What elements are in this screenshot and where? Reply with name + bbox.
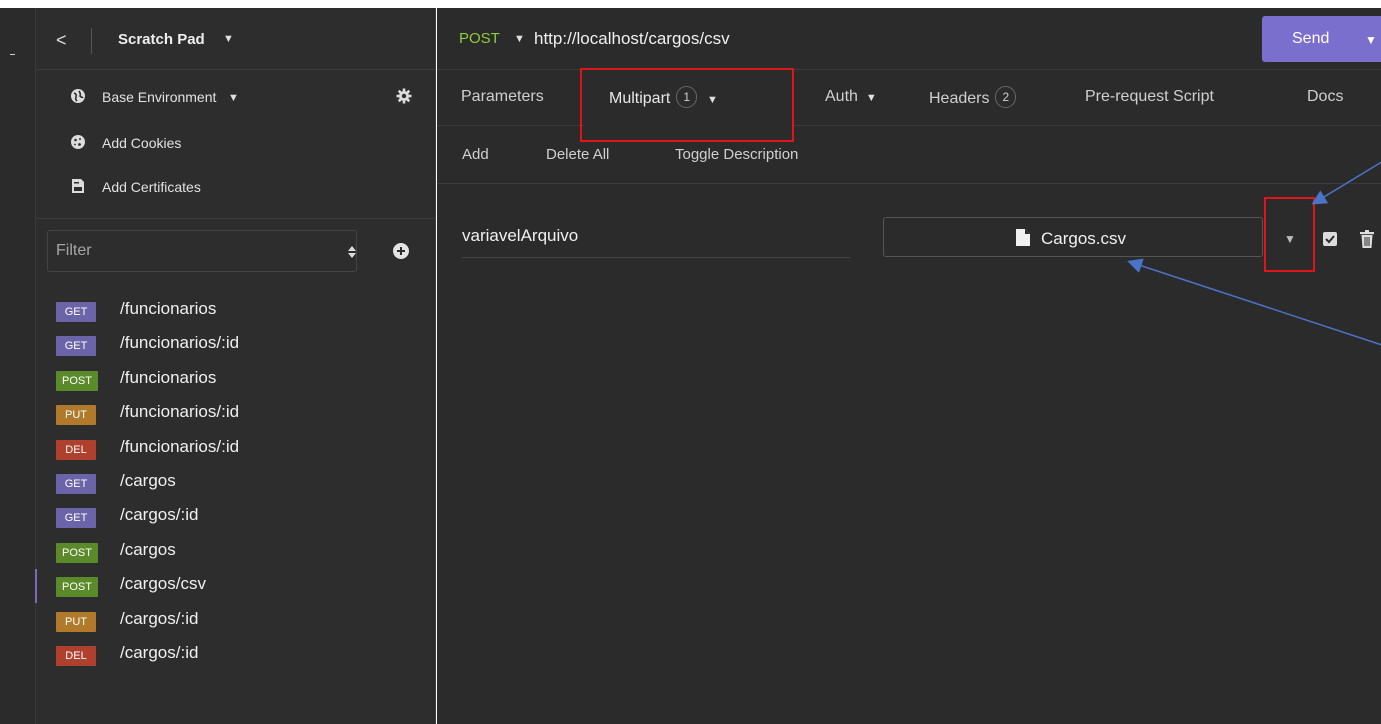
request-item[interactable]: GET/funcionarios/:id bbox=[36, 328, 436, 362]
certificate-icon bbox=[72, 179, 84, 193]
request-item[interactable]: DEL/cargos/:id bbox=[36, 638, 436, 672]
request-path: /cargos bbox=[120, 471, 176, 490]
method-caret-icon[interactable]: ▼ bbox=[514, 33, 525, 45]
header-separator bbox=[91, 28, 92, 54]
add-certificates-item[interactable]: Add Certificates bbox=[36, 168, 436, 208]
request-path: /cargos bbox=[120, 539, 176, 559]
url-input[interactable]: http://localhost/cargos/csv bbox=[534, 29, 730, 49]
method-badge: GET bbox=[56, 474, 96, 494]
auth-caret-icon: ▼ bbox=[865, 92, 877, 104]
add-button[interactable]: Add bbox=[462, 146, 489, 163]
sort-icon[interactable] bbox=[344, 244, 360, 260]
add-cookies-label: Add Cookies bbox=[102, 135, 182, 151]
method-badge: GET bbox=[56, 336, 96, 357]
tab-headers[interactable]: Headers 2 bbox=[929, 86, 1017, 110]
back-button[interactable]: < bbox=[56, 30, 67, 51]
request-path: /cargos/:id bbox=[120, 608, 199, 628]
add-certificates-label: Add Certificates bbox=[102, 179, 201, 195]
trash-icon[interactable] bbox=[1359, 230, 1375, 248]
workspace-title[interactable]: Scratch Pad bbox=[118, 31, 205, 48]
method-selector[interactable]: POST bbox=[459, 30, 500, 47]
multipart-highlight-box bbox=[580, 68, 794, 142]
tab-parameters[interactable]: Parameters bbox=[461, 88, 544, 106]
environment-caret-icon: ▼ bbox=[228, 92, 239, 104]
method-badge: DEL bbox=[56, 439, 96, 460]
edge-mark bbox=[10, 54, 15, 55]
method-badge: PUT bbox=[56, 405, 96, 426]
tab-auth-label: Auth bbox=[825, 88, 858, 105]
gear-icon[interactable] bbox=[396, 88, 412, 104]
add-request-icon[interactable] bbox=[392, 242, 410, 260]
request-item[interactable]: PUT/funcionarios/:id bbox=[36, 397, 436, 431]
request-item[interactable]: POST/cargos/csv bbox=[35, 569, 436, 604]
left-edge-strip bbox=[0, 8, 36, 724]
tab-parameters-label: Parameters bbox=[461, 88, 544, 105]
tab-docs[interactable]: Docs bbox=[1307, 88, 1343, 106]
method-badge: POST bbox=[56, 542, 98, 563]
environment-selector[interactable]: Base Environment ▼ bbox=[36, 78, 436, 118]
url-bar: POST ▼ http://localhost/cargos/csv Send … bbox=[437, 8, 1381, 70]
sidebar: < Scratch Pad ▼ Base Environment ▼ Add C… bbox=[35, 8, 436, 724]
multipart-toolbar: Add Delete All Toggle Description bbox=[437, 126, 1381, 184]
method-badge: DEL bbox=[56, 646, 96, 666]
tab-auth[interactable]: Auth ▼ bbox=[825, 88, 877, 106]
filter-input[interactable] bbox=[48, 231, 356, 271]
method-badge: GET bbox=[56, 508, 96, 529]
sidebar-header: < Scratch Pad ▼ bbox=[36, 8, 436, 70]
param-name-input[interactable]: variavelArquivo bbox=[462, 222, 850, 258]
add-cookies-item[interactable]: Add Cookies bbox=[36, 124, 436, 164]
cookie-icon bbox=[71, 135, 85, 149]
send-caret-icon[interactable]: ▼ bbox=[1365, 33, 1377, 47]
request-item[interactable]: POST/cargos bbox=[36, 535, 436, 569]
request-path: /funcionarios/:id bbox=[120, 402, 240, 422]
choose-file-button[interactable]: Cargos.csv bbox=[883, 217, 1263, 257]
toggle-description-button[interactable]: Toggle Description bbox=[675, 146, 798, 163]
send-label: Send bbox=[1292, 30, 1330, 47]
request-item[interactable]: PUT/cargos/:id bbox=[36, 604, 436, 638]
request-path: /cargos/:id bbox=[120, 505, 199, 525]
method-badge: GET bbox=[56, 302, 96, 322]
request-path: /funcionarios/:id bbox=[120, 333, 240, 353]
row-caret-highlight-box bbox=[1264, 197, 1315, 272]
request-tabs: Parameters Multipart 1 ▼ Auth ▼ Headers 2 Pr… bbox=[437, 70, 1381, 126]
tab-docs-label: Docs bbox=[1307, 88, 1344, 105]
request-path: /funcionarios bbox=[120, 367, 217, 387]
request-item[interactable]: DEL/funcionarios/:id bbox=[36, 432, 436, 466]
request-path: /funcionarios/:id bbox=[120, 436, 240, 456]
method-badge: POST bbox=[56, 577, 98, 598]
file-icon bbox=[1016, 229, 1030, 246]
enable-checkbox-icon[interactable] bbox=[1323, 232, 1337, 246]
send-button[interactable]: Send ▼ bbox=[1262, 16, 1381, 62]
insomnia-window: < Scratch Pad ▼ Base Environment ▼ Add C… bbox=[0, 0, 1381, 724]
workspace-caret-icon[interactable]: ▼ bbox=[223, 33, 234, 45]
globe-icon bbox=[71, 89, 85, 103]
method-badge: POST bbox=[56, 370, 98, 391]
tab-pre-request-script[interactable]: Pre-request Script bbox=[1085, 88, 1214, 106]
request-item[interactable]: POST/funcionarios bbox=[36, 363, 436, 397]
request-pane: POST ▼ http://localhost/cargos/csv Send … bbox=[437, 8, 1381, 724]
delete-all-button[interactable]: Delete All bbox=[546, 146, 609, 163]
request-item[interactable]: GET/cargos bbox=[36, 466, 436, 500]
headers-count-badge: 2 bbox=[995, 86, 1017, 108]
param-name-value: variavelArquivo bbox=[462, 226, 579, 245]
tab-pre-request-label: Pre-request Script bbox=[1085, 88, 1214, 105]
method-badge: PUT bbox=[56, 611, 96, 632]
request-path: /cargos/:id bbox=[120, 643, 199, 662]
sidebar-divider bbox=[36, 218, 436, 219]
environment-label: Base Environment bbox=[102, 89, 217, 105]
multipart-row: variavelArquivo Cargos.csv ▼ bbox=[437, 184, 1381, 274]
request-item[interactable]: GET/funcionarios bbox=[36, 294, 436, 328]
request-path: /funcionarios bbox=[120, 299, 217, 318]
tab-headers-label: Headers bbox=[929, 90, 990, 108]
filter-field[interactable] bbox=[47, 230, 357, 272]
request-path: /cargos/csv bbox=[120, 574, 206, 594]
request-item[interactable]: GET/cargos/:id bbox=[36, 500, 436, 534]
file-name: Cargos.csv bbox=[1041, 229, 1127, 248]
